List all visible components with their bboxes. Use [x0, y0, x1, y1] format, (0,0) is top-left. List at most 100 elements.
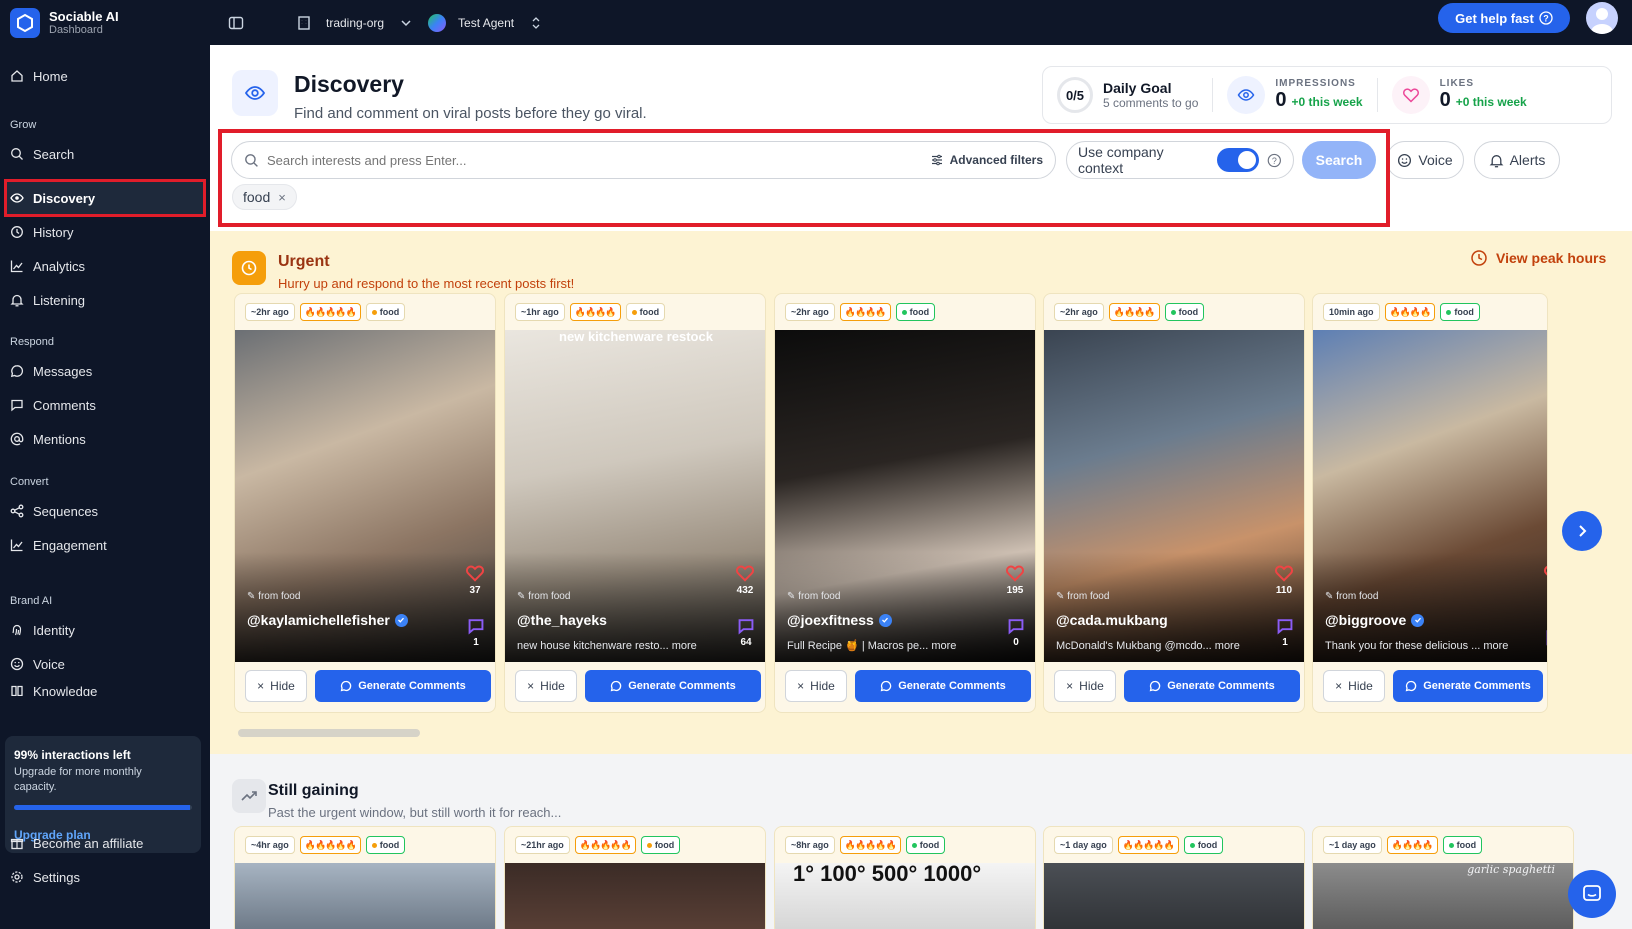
message-circle-icon [340, 680, 352, 692]
author-handle[interactable]: @kaylamichellefisher [247, 612, 408, 628]
author-handle[interactable]: @cada.mukbang [1056, 612, 1168, 628]
generate-comments-button[interactable]: Generate Comments [1393, 670, 1543, 702]
like-button[interactable]: 16 [1543, 563, 1547, 596]
post-card[interactable]: ~2hr ago 🔥🔥🔥🔥 food 195 0 ✎ from food @joexfitn… [774, 293, 1036, 713]
post-card[interactable]: ~2hr ago 🔥🔥🔥🔥🔥 food 37 1 ✎ from food @kaylamic… [234, 293, 496, 713]
post-caption[interactable]: Full Recipe 🍯 | Macros pe... more [787, 639, 992, 652]
post-video-thumbnail[interactable] [1044, 863, 1304, 929]
quota-progress-fill [14, 805, 191, 810]
comment-button[interactable]: 64 [737, 617, 755, 648]
post-card[interactable]: 10min ago🔥🔥🔥🔥 food 16 ✎ from food @biggroove… [1312, 293, 1548, 713]
post-video-thumbnail[interactable]: 195 0 ✎ from food @joexfitness Full Recipe 🍯… [775, 330, 1035, 662]
like-count: 432 [736, 585, 754, 596]
post-card[interactable]: ~21hr ago 🔥🔥🔥🔥🔥 food [504, 826, 766, 929]
like-button[interactable]: 37 [465, 563, 485, 596]
age-tag: ~1 day ago [1054, 836, 1113, 854]
alerts-button[interactable]: Alerts [1474, 141, 1560, 179]
comment-button[interactable]: 1 [467, 617, 485, 648]
post-video-thumbnail[interactable]: 1° 100° 500° 1000° [775, 861, 1035, 929]
author-handle[interactable]: @the_hayeks [517, 612, 607, 628]
chevron-down-icon[interactable] [396, 17, 416, 29]
card-tags: ~2hr ago 🔥🔥🔥🔥 food [775, 294, 1035, 330]
sidebar-item-listening[interactable]: Listening [10, 289, 85, 311]
post-card[interactable]: ~4hr ago 🔥🔥🔥🔥🔥 food [234, 826, 496, 929]
sidebar-item-analytics[interactable]: Analytics [10, 255, 85, 277]
sidebar-item-mentions[interactable]: Mentions [10, 428, 86, 450]
source-text: from food [258, 591, 301, 602]
user-avatar[interactable] [1586, 2, 1618, 34]
author-handle[interactable]: @joexfitness [787, 612, 892, 628]
generate-comments-button[interactable]: Generate Comments [1124, 670, 1300, 702]
post-video-thumbnail[interactable]: garlic spaghetti [1313, 863, 1573, 929]
post-video-thumbnail[interactable] [235, 863, 495, 929]
generate-comments-button[interactable]: Generate Comments [315, 670, 491, 702]
post-video-thumbnail[interactable]: 37 1 ✎ from food @kaylamichellefisher [235, 330, 495, 662]
get-help-button[interactable]: Get help fast ? [1438, 3, 1570, 33]
brand[interactable]: Sociable AI Dashboard [0, 7, 210, 38]
stats-panel: 0/5 Daily Goal 5 comments to go IMPRESSI… [1042, 66, 1612, 124]
card-actions: × Hide Generate Comments [1054, 670, 1300, 702]
post-caption[interactable]: McDonald's Mukbang @mcdo... more [1056, 640, 1261, 652]
sidebar-item-home[interactable]: Home [10, 65, 68, 87]
sidebar-item-history[interactable]: History [10, 221, 73, 243]
post-caption[interactable]: Thank you for these delicious ... more [1325, 640, 1530, 652]
voice-button[interactable]: Voice [1386, 141, 1464, 179]
hide-button[interactable]: × Hide [1054, 670, 1116, 702]
author-handle[interactable]: @biggroove [1325, 612, 1425, 628]
sidebar-item-voice[interactable]: Voice [10, 653, 65, 675]
sidebar-item-search[interactable]: Search [10, 143, 74, 165]
view-peak-hours-link[interactable]: View peak hours [1470, 249, 1606, 267]
post-video-thumbnail[interactable]: 110 1 ✎ from food @cada.mukbang McDonald's M… [1044, 330, 1304, 662]
age-tag: ~1 day ago [1323, 836, 1382, 854]
sidebar-item-settings[interactable]: Settings [10, 866, 80, 888]
next-arrow-button[interactable] [1562, 511, 1602, 551]
post-video-thumbnail[interactable] [505, 863, 765, 929]
chevron-right-icon [1579, 525, 1587, 537]
like-count: 195 [1006, 585, 1024, 596]
comment-button[interactable]: 0 [1007, 617, 1025, 648]
sidebar-toggle-icon[interactable] [226, 15, 246, 31]
sidebar-item-sequences[interactable]: Sequences [10, 500, 98, 522]
smile-icon [10, 657, 24, 671]
chevron-updown-icon[interactable] [526, 16, 546, 30]
generate-comments-button[interactable]: Generate Comments [585, 670, 761, 702]
like-button[interactable]: 432 [735, 563, 755, 596]
video-overlay-text: 1° 100° 500° 1000° [793, 861, 982, 886]
org-selector[interactable]: trading-org [326, 16, 384, 30]
generate-comments-button[interactable]: Generate Comments [855, 670, 1031, 702]
goal-sub: 5 comments to go [1103, 96, 1199, 110]
alerts-label: Alerts [1509, 152, 1546, 168]
comment-button[interactable]: 1 [1276, 617, 1294, 648]
like-button[interactable]: 195 [1005, 563, 1025, 596]
post-video-thumbnail[interactable]: 16 ✎ from food @biggroove Thank you for the… [1313, 330, 1547, 662]
sidebar-item-affiliate[interactable]: Become an affiliate [10, 832, 143, 854]
post-video-thumbnail[interactable]: new kitchenware restock 432 64 ✎ from food @… [505, 330, 765, 662]
post-card[interactable]: ~2hr ago 🔥🔥🔥🔥 food 110 1 ✎ from food @cada.muk… [1043, 293, 1305, 713]
sidebar-item-engagement[interactable]: Engagement [10, 534, 107, 556]
post-card[interactable]: ~1 day ago 🔥🔥🔥🔥🔥 food [1043, 826, 1305, 929]
comment-button[interactable] [1545, 628, 1547, 648]
hide-button[interactable]: × Hide [245, 670, 307, 702]
post-card[interactable]: ~1hr ago 🔥🔥🔥🔥 food new kitchenware restock 4… [504, 293, 766, 713]
hide-button[interactable]: × Hide [785, 670, 847, 702]
post-card[interactable]: ~1 day ago 🔥🔥🔥🔥 food garlic spaghetti [1312, 826, 1574, 929]
hide-label: Hide [540, 679, 565, 693]
hide-button[interactable]: × Hide [1323, 670, 1385, 702]
sidebar-item-messages[interactable]: Messages [10, 360, 92, 382]
discovery-eye-icon [232, 70, 278, 116]
horizontal-scrollbar[interactable] [238, 729, 420, 737]
source-text: from food [798, 591, 841, 602]
hide-button[interactable]: × Hide [515, 670, 577, 702]
like-button[interactable]: 110 [1274, 563, 1294, 596]
agent-selector[interactable]: Test Agent [458, 16, 514, 30]
post-card[interactable]: ~8hr ago 🔥🔥🔥🔥🔥 food 1° 100° 500° 1000° [774, 826, 1036, 929]
sidebar-item-comments[interactable]: Comments [10, 394, 96, 416]
sidebar-item-identity[interactable]: Identity [10, 619, 75, 641]
sidebar-item-discovery[interactable]: Discovery [10, 187, 95, 209]
age-tag: ~1hr ago [515, 303, 565, 321]
nav-group-brand: Brand AI [10, 595, 53, 607]
generate-comments-label: Generate Comments [1423, 680, 1531, 692]
chat-widget-button[interactable] [1568, 870, 1616, 918]
sidebar-item-knowledge[interactable]: Knowledge [10, 684, 97, 696]
post-caption[interactable]: new house kitchenware resto... more [517, 640, 722, 652]
